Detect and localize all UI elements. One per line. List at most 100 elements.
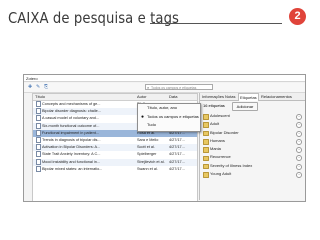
item-title: A casual model of voluntary and... — [42, 116, 99, 121]
tab-notes[interactable]: Notas — [224, 93, 236, 100]
doc-icon — [36, 115, 41, 122]
add-note-icon[interactable]: ✎ — [36, 85, 41, 90]
tag-icon — [203, 147, 209, 153]
remove-tag-icon[interactable]: − — [296, 155, 302, 162]
tag-item[interactable]: Severity of Illness Index − — [202, 162, 304, 170]
new-item-icon[interactable]: ✚ — [28, 85, 33, 90]
add-tag-button[interactable]: Adicionar — [232, 102, 258, 111]
item-tabs: Informações Notas Etiquetas Relacionamen… — [200, 93, 305, 101]
tag-icon — [203, 122, 209, 128]
table-row[interactable]: Mood instability and functional in... St… — [33, 158, 197, 166]
remove-tag-icon[interactable]: − — [296, 130, 302, 137]
tag-label: Mania — [210, 146, 221, 152]
page-number-badge: 2 — [289, 8, 306, 25]
tag-icon — [203, 114, 209, 120]
item-title: Concepts and mechanisms of ge... — [42, 102, 101, 106]
tag-item[interactable]: Humans − — [202, 137, 304, 145]
tag-icon — [203, 155, 209, 162]
item-author: Spielberger — [137, 152, 157, 157]
tag-label: Humans — [210, 137, 225, 143]
item-title: Bipolar mixed states: an internatio... — [42, 166, 103, 171]
item-date: 4/27/17... — [169, 152, 185, 157]
doc-icon — [36, 129, 41, 137]
item-author: Strejilevich et al. — [137, 159, 165, 164]
tag-icon — [203, 163, 209, 170]
column-author[interactable]: Autor — [137, 94, 147, 100]
item-title: Activation in Bipolar Disorders: A... — [42, 145, 101, 150]
item-title: Trends in diagnosis of bipolar dis... — [42, 137, 101, 142]
tag-icon — [203, 139, 209, 145]
doc-icon — [36, 136, 41, 144]
tag-count: 16 etiquetas — [203, 103, 225, 108]
item-date: 4/27/17... — [169, 145, 185, 150]
menu-item-label: Todos os campos e etiquetas — [147, 113, 199, 119]
tag-label: Bipolar Disorder — [210, 129, 239, 135]
doc-icon — [36, 165, 41, 173]
menu-item-everything[interactable]: Tudo — [138, 121, 200, 130]
title-divider — [150, 23, 282, 24]
tag-label: Adult — [210, 121, 220, 127]
tag-label: Adolescent — [210, 113, 230, 118]
tag-item[interactable]: Adolescent − — [202, 112, 304, 120]
tag-list: Adolescent − Adult − Bipolar Disorder − Hum… — [202, 112, 304, 179]
tab-related[interactable]: Relacionamentos — [260, 93, 293, 100]
table-row[interactable]: Activation in Bipolar Disorders: A... Sc… — [33, 144, 197, 152]
remove-tag-icon[interactable]: − — [296, 122, 302, 129]
tag-item[interactable]: Adult − — [202, 120, 304, 129]
doc-icon — [36, 122, 41, 130]
remove-tag-icon[interactable]: − — [296, 147, 302, 154]
table-row[interactable]: State Trait Anxiety Inventory: A C... Sp… — [33, 151, 197, 158]
item-title: Mood instability and functional in... — [42, 159, 101, 164]
tag-item[interactable]: Young Adult − — [202, 170, 304, 179]
tag-icon — [203, 130, 209, 137]
item-pane: Informações Notas Etiquetas Relacionamen… — [199, 93, 305, 200]
table-row[interactable]: Trends in diagnosis of bipolar dis... Sa… — [33, 136, 197, 144]
item-title: State Trait Anxiety Inventory: A C... — [42, 152, 101, 157]
item-title: Six-month functional outcome of... — [42, 123, 100, 128]
menu-item-label: Título, autor, ano — [147, 105, 178, 110]
window-titlebar: Zotero — [24, 75, 305, 82]
tag-label: Young Adult — [210, 171, 232, 177]
column-date[interactable]: Data — [169, 94, 177, 100]
doc-icon — [36, 144, 41, 151]
tag-item[interactable]: Mania − — [202, 145, 304, 154]
doc-icon — [36, 101, 41, 108]
item-date: 4/27/17... — [169, 159, 185, 164]
menu-item-label: Tudo — [147, 122, 156, 127]
slide-title: CAIXA de pesquisa e tags — [8, 9, 180, 27]
item-title: Bipolar disorder diagnosis: challe... — [42, 109, 101, 114]
remove-tag-icon[interactable]: − — [296, 163, 302, 170]
item-author: Swann et al. — [137, 166, 158, 171]
zotero-window: Zotero ✚ ✎ ⎘ ⌕ Todos os campos e etiquet… — [23, 74, 306, 202]
item-author: Sara e Mello — [137, 137, 159, 142]
item-date: 4/27/17... — [169, 166, 185, 171]
column-title[interactable]: Título — [35, 94, 45, 100]
table-row[interactable]: Bipolar mixed states: an internatio... S… — [33, 165, 197, 173]
remove-tag-icon[interactable]: − — [296, 172, 302, 179]
item-date: 4/27/17... — [169, 137, 185, 142]
search-mode-menu: Título, autor, ano ● Todos os campos e e… — [137, 103, 201, 132]
tag-icon — [203, 172, 209, 178]
tag-item[interactable]: Recurrence − — [202, 153, 304, 162]
attach-icon[interactable]: ⎘ — [44, 85, 49, 90]
check-icon: ● — [141, 113, 145, 120]
item-author: Scott et al. — [137, 145, 155, 150]
item-title: Functional impairment in patient... — [42, 130, 99, 135]
toolbar: ✚ ✎ ⎘ ⌕ Todos os campos e etiquetas — [24, 83, 305, 93]
remove-tag-icon[interactable]: − — [296, 138, 302, 145]
doc-icon — [36, 158, 41, 166]
menu-item-title-author-year[interactable]: Título, autor, ano — [138, 104, 200, 113]
tag-label: Recurrence — [210, 154, 231, 160]
search-icon[interactable]: ⌕ — [147, 85, 149, 91]
items-header: Título Autor Data — [33, 94, 197, 101]
remove-tag-icon[interactable]: − — [296, 114, 302, 120]
tab-info[interactable]: Informações — [201, 93, 225, 100]
doc-icon — [36, 151, 41, 158]
search-input[interactable]: ⌕ Todos os campos e etiquetas — [145, 84, 213, 90]
tag-item[interactable]: Bipolar Disorder − — [202, 129, 304, 137]
search-placeholder: Todos os campos e etiquetas — [151, 86, 197, 90]
menu-item-all-fields-tags[interactable]: ● Todos os campos e etiquetas — [138, 113, 200, 122]
tag-label: Severity of Illness Index — [210, 162, 253, 168]
tab-tags[interactable]: Etiquetas — [238, 93, 259, 101]
doc-icon — [36, 108, 41, 115]
